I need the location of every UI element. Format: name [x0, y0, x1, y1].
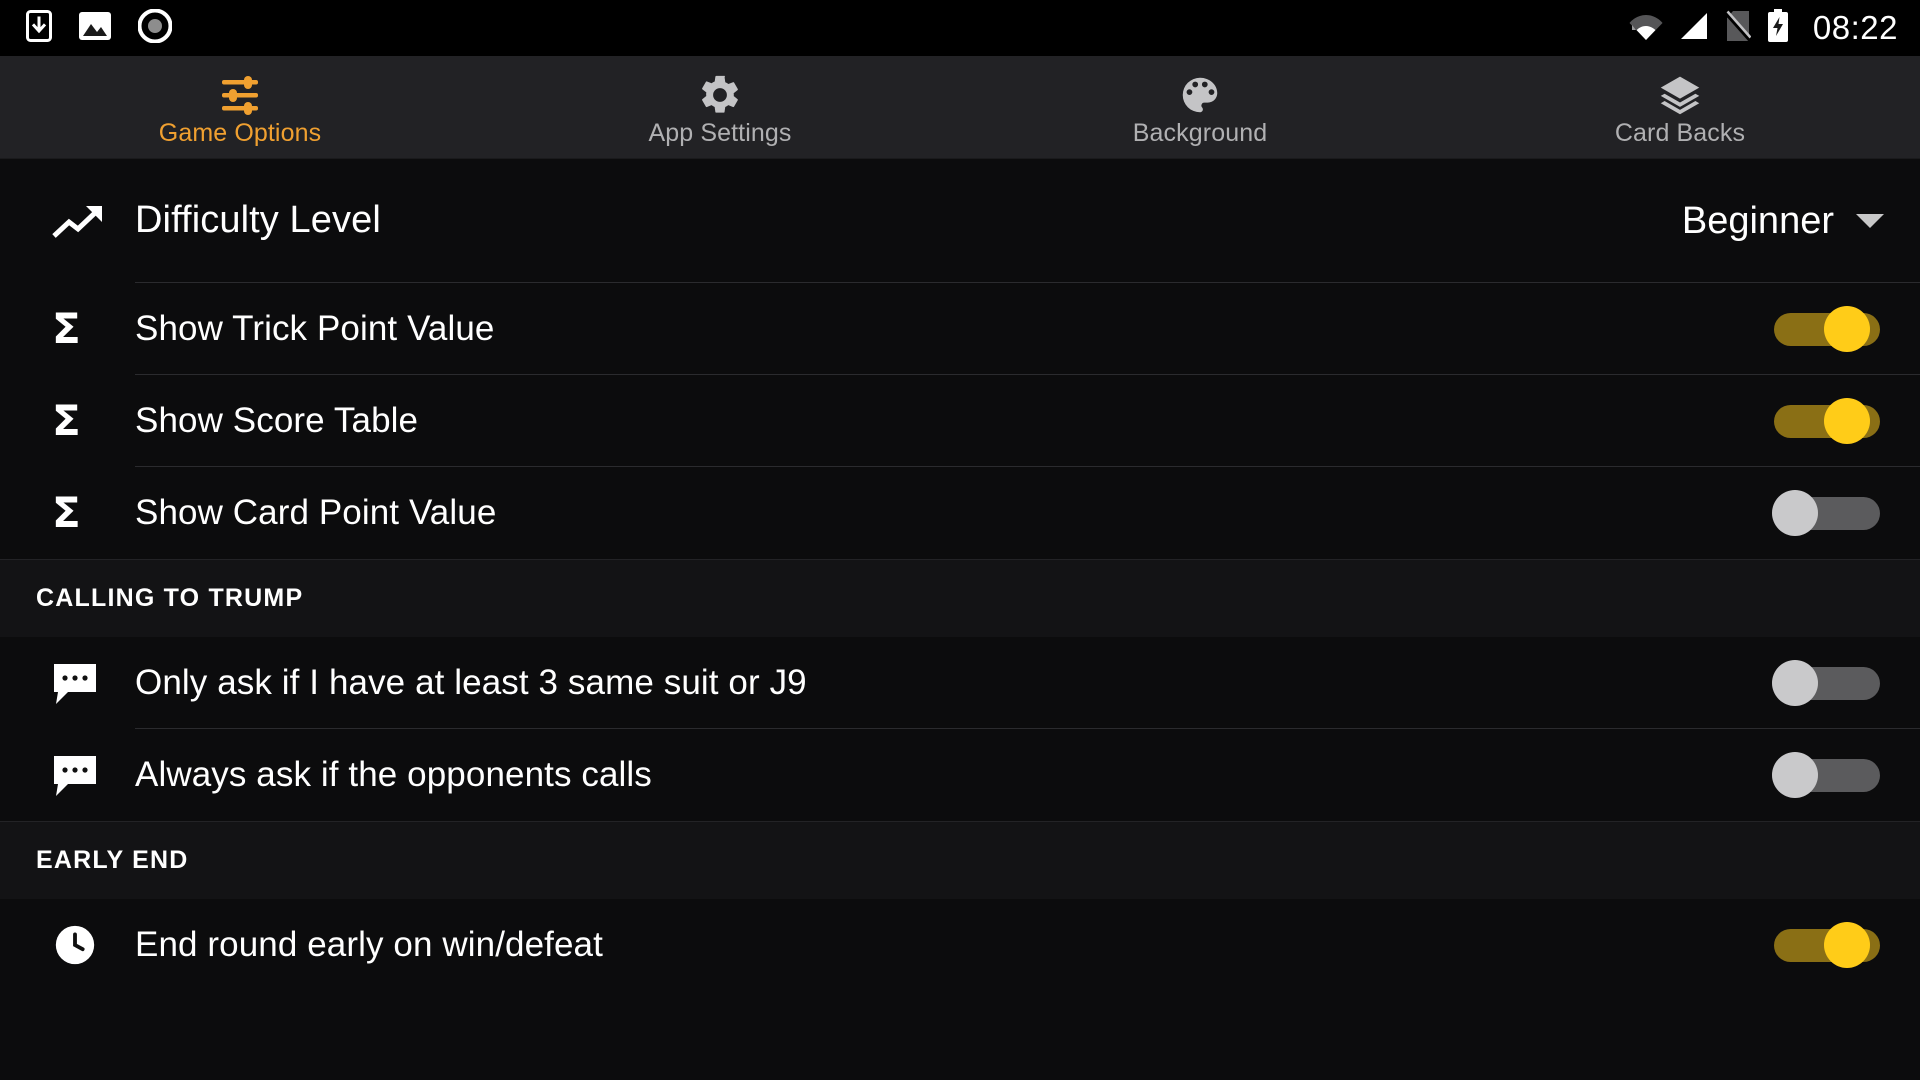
tab-card-backs[interactable]: Card Backs: [1440, 56, 1920, 158]
row-show-trick-point-value[interactable]: Σ Show Trick Point Value: [0, 283, 1920, 375]
difficulty-value: Beginner: [1681, 199, 1834, 242]
toggle-show-score-table[interactable]: [1774, 398, 1880, 444]
layers-icon: [1658, 74, 1702, 116]
toggle-show-trick-point-value[interactable]: [1774, 306, 1880, 352]
chevron-down-icon: [1856, 214, 1884, 228]
row-label: End round early on win/defeat: [135, 924, 603, 964]
image-icon: [78, 10, 112, 47]
row-show-score-table[interactable]: Σ Show Score Table: [0, 375, 1920, 467]
clock-icon: [30, 922, 135, 968]
tab-game-options[interactable]: Game Options: [0, 56, 480, 158]
status-bar: 08:22: [0, 0, 1920, 56]
tab-bar: Game Options App Settings Background Car…: [0, 56, 1920, 159]
row-label: Show Trick Point Value: [135, 308, 495, 348]
toggle-thumb: [1824, 398, 1870, 444]
tab-app-settings[interactable]: App Settings: [480, 56, 960, 158]
toggle-thumb: [1824, 922, 1870, 968]
chat-bubble-icon: [30, 754, 135, 796]
wifi-icon: [1629, 11, 1663, 46]
toggle-always-ask-opponents-calls[interactable]: [1772, 752, 1880, 798]
cell-signal-icon: [1679, 11, 1709, 46]
chat-bubble-icon: [30, 662, 135, 704]
row-label: Show Card Point Value: [135, 492, 497, 532]
record-icon: [137, 8, 173, 48]
row-always-ask-opponents-calls[interactable]: Always ask if the opponents calls: [0, 729, 1920, 821]
toggle-thumb: [1772, 490, 1818, 536]
status-bar-left-icons: [26, 8, 173, 48]
toggle-show-card-point-value[interactable]: [1772, 490, 1880, 536]
toggle-end-round-early[interactable]: [1774, 922, 1880, 968]
tab-label: Background: [1132, 119, 1268, 147]
row-label: Always ask if the opponents calls: [135, 754, 652, 794]
sigma-icon: Σ: [52, 396, 81, 445]
row-label: Difficulty Level: [135, 199, 381, 242]
row-show-card-point-value[interactable]: Σ Show Card Point Value: [0, 467, 1920, 559]
tab-label: App Settings: [648, 119, 792, 147]
sigma-icon: Σ: [52, 304, 81, 353]
toggle-only-ask-3-same-suit[interactable]: [1772, 660, 1880, 706]
row-label: Show Score Table: [135, 400, 419, 440]
download-to-phone-icon: [26, 9, 52, 47]
toggle-thumb: [1772, 752, 1818, 798]
row-label: Only ask if I have at least 3 same suit …: [135, 662, 807, 702]
sliders-icon: [217, 74, 263, 116]
row-end-round-early[interactable]: End round early on win/defeat: [0, 899, 1920, 991]
section-header-early-end: EARLY END: [0, 821, 1920, 899]
status-bar-clock: 08:22: [1812, 8, 1898, 46]
toggle-thumb: [1772, 660, 1818, 706]
tab-label: Card Backs: [1614, 119, 1746, 147]
status-bar-right-icons: 08:22: [1629, 8, 1898, 48]
row-difficulty-level[interactable]: Difficulty Level Beginner: [0, 159, 1920, 283]
difficulty-dropdown[interactable]: Beginner: [1682, 200, 1920, 243]
sigma-icon: Σ: [52, 488, 81, 537]
tab-label: Game Options: [158, 119, 322, 147]
tab-background[interactable]: Background: [960, 56, 1440, 158]
settings-screen: 08:22 Game Options App Settings Backgrou…: [0, 0, 1920, 1080]
row-only-ask-3-same-suit[interactable]: Only ask if I have at least 3 same suit …: [0, 637, 1920, 729]
gear-icon: [697, 74, 743, 116]
trending-up-icon: [30, 200, 135, 242]
settings-list: Difficulty Level Beginner Σ Show Trick P…: [0, 159, 1920, 1080]
section-header-calling-to-trump: CALLING TO TRUMP: [0, 559, 1920, 637]
palette-icon: [1177, 74, 1223, 116]
battery-charging-icon: [1767, 8, 1789, 48]
toggle-thumb: [1824, 306, 1870, 352]
no-sim-icon: [1724, 10, 1752, 47]
